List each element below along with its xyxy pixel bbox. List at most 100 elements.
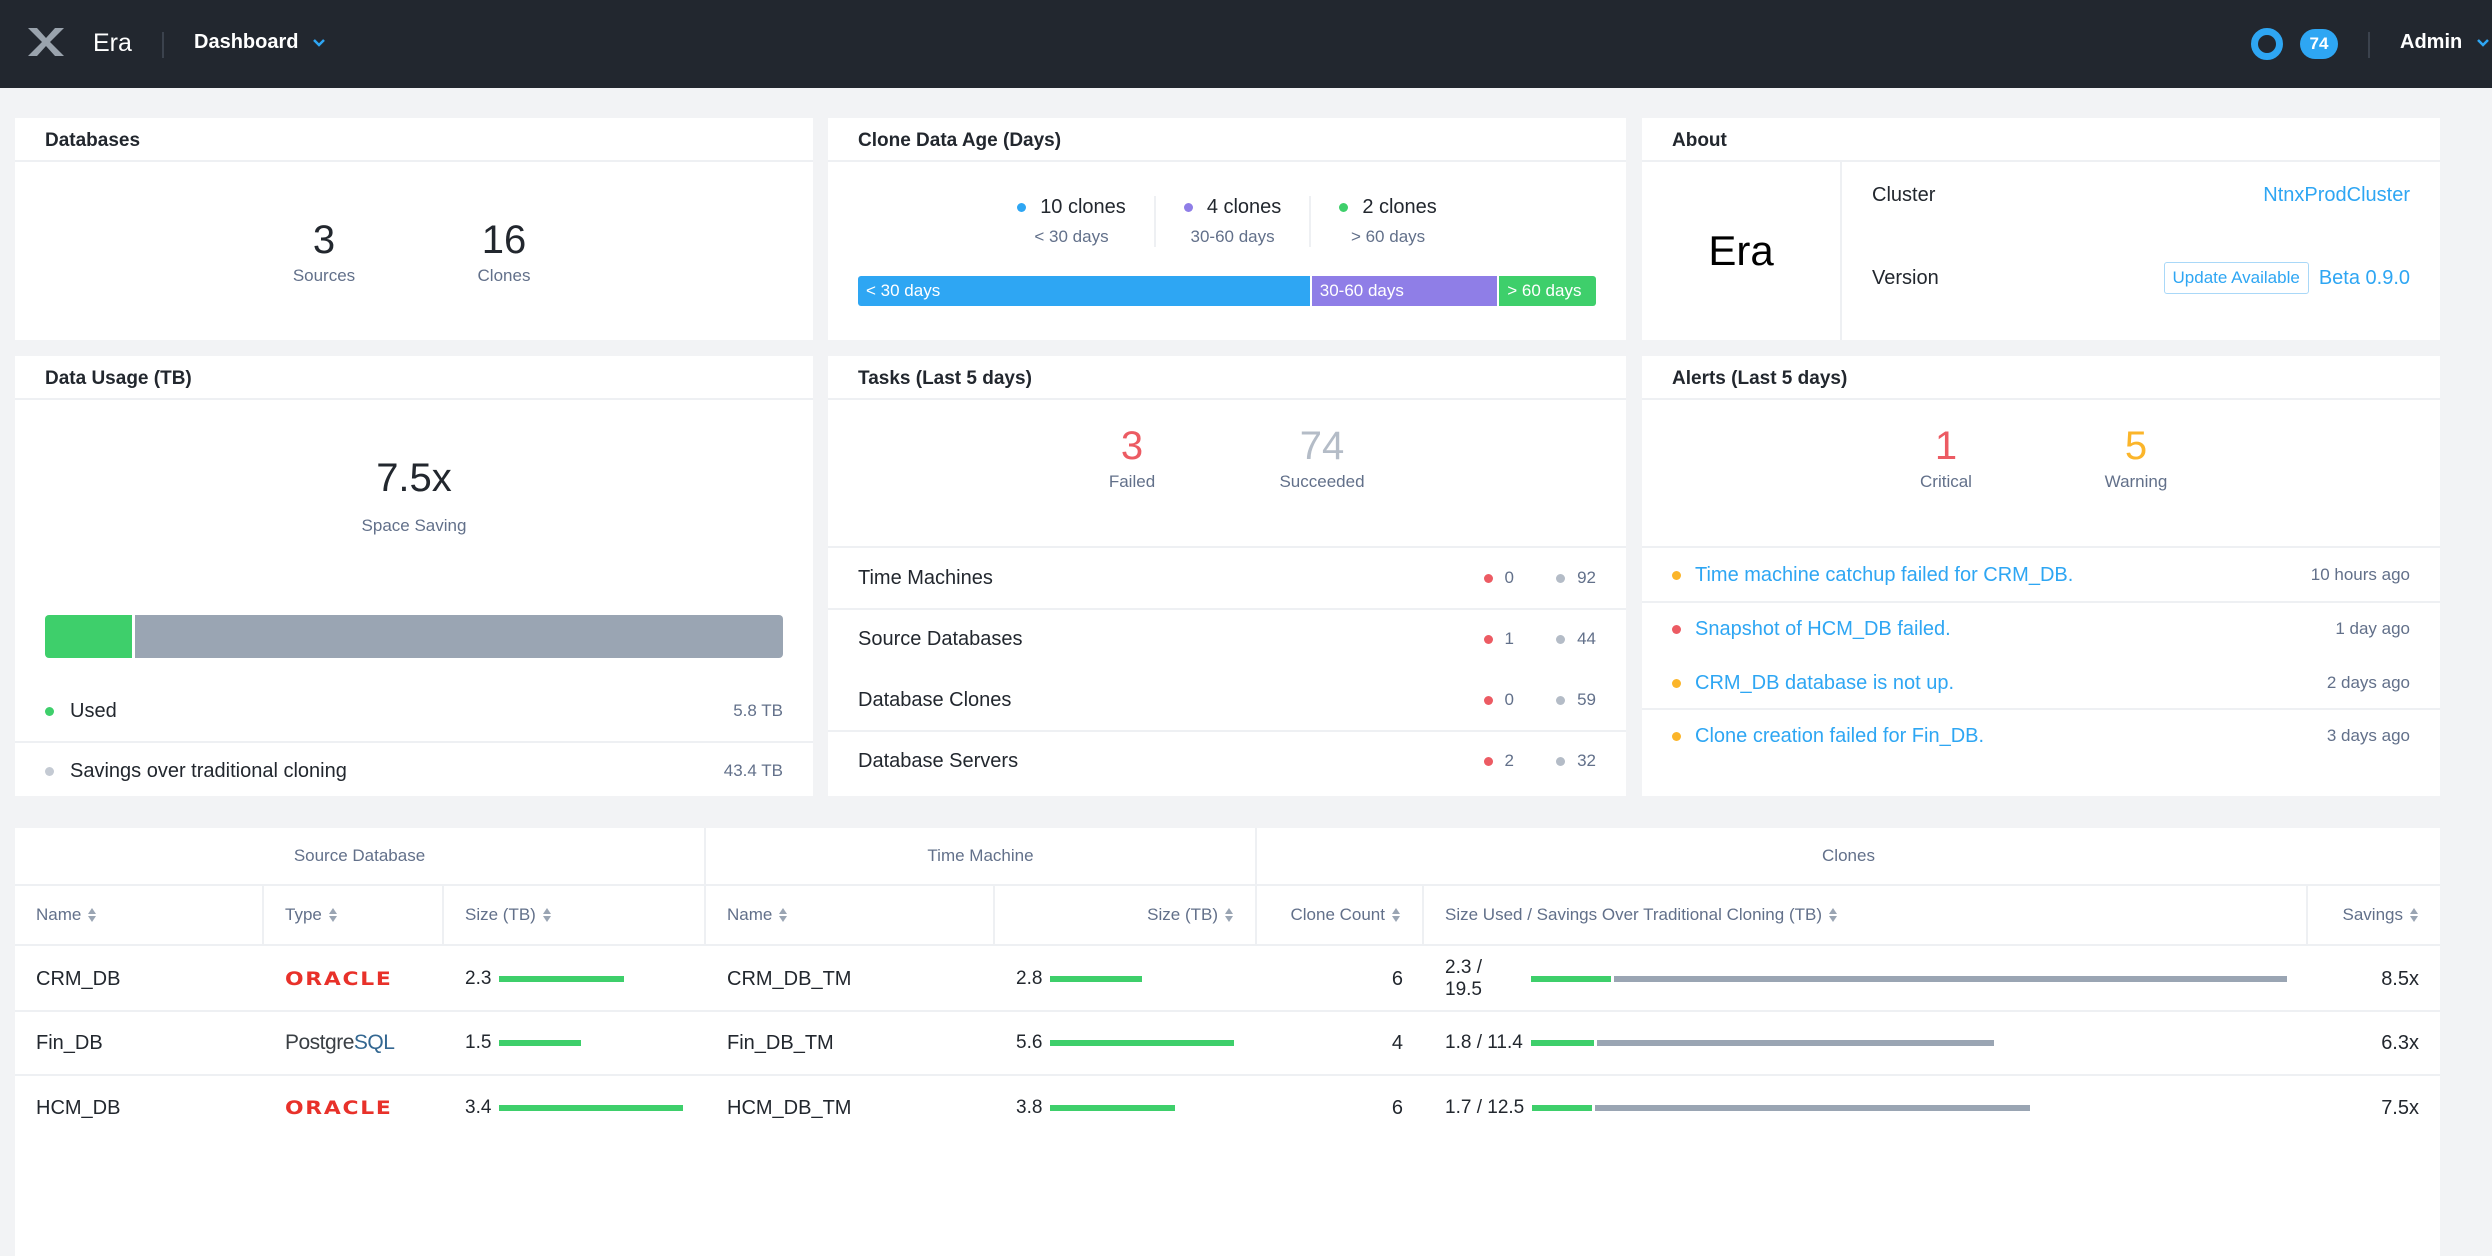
alert-item[interactable]: Clone creation failed for Fin_DB. 3 days… xyxy=(1672,709,2410,763)
time-machine-name[interactable]: HCM_DB_TM xyxy=(727,1097,851,1120)
age-count-label: 10 clones xyxy=(1040,196,1126,218)
gray-dot-icon xyxy=(1556,573,1566,583)
column-header-name[interactable]: Name xyxy=(15,886,264,946)
tm-size-value: 2.8 xyxy=(1016,968,1043,989)
version-value[interactable]: Beta 0.9.0 xyxy=(2319,267,2410,290)
source-size-bar xyxy=(499,1105,684,1111)
clones-stat[interactable]: 16 Clones xyxy=(454,220,554,286)
age-segment-30-60[interactable]: 30-60 days xyxy=(1311,276,1498,306)
used-label: Used xyxy=(70,699,117,722)
user-label: Admin xyxy=(2400,31,2463,53)
table-row[interactable]: CRM_DB ORACLE 2.3 CRM_DB_TM 2.8 6 2.3 / … xyxy=(15,948,2440,1012)
cell-savings: 8.5x xyxy=(2308,948,2440,1010)
critical-label: Critical xyxy=(1920,472,1972,491)
cell-type: ORACLE xyxy=(264,1076,444,1140)
sort-icon xyxy=(779,908,788,922)
alert-link[interactable]: Clone creation failed for Fin_DB. xyxy=(1695,725,1984,748)
time-machine-name[interactable]: CRM_DB_TM xyxy=(727,968,851,991)
column-header-size-used-savings[interactable]: Size Used / Savings Over Traditional Clo… xyxy=(1424,886,2308,946)
savings-ratio-value: 8.5x xyxy=(2381,967,2419,990)
sort-icon xyxy=(542,908,551,922)
user-menu-dropdown[interactable]: Admin xyxy=(2400,31,2490,54)
update-available-button[interactable]: Update Available xyxy=(2163,262,2309,294)
alert-item[interactable]: Time machine catchup failed for CRM_DB. … xyxy=(1672,548,2410,602)
task-failed-count: 2 xyxy=(1504,751,1514,770)
sort-icon xyxy=(2410,908,2418,922)
alert-time: 10 hours ago xyxy=(2310,565,2410,584)
age-range-label: 30-60 days xyxy=(1190,227,1275,246)
used-segment[interactable] xyxy=(45,615,132,658)
savings-row: Savings over traditional cloning 43.4 TB xyxy=(45,742,783,800)
used-row: Used 5.8 TB xyxy=(45,682,783,740)
task-row[interactable]: Database Servers 2 32 xyxy=(858,731,1596,791)
sources-stat[interactable]: 3 Sources xyxy=(274,220,374,286)
cell-size: 1.5 xyxy=(444,1012,706,1074)
version-label: Version xyxy=(1872,266,1939,289)
sort-icon xyxy=(1829,908,1837,922)
age-segment-over-60[interactable]: > 60 days xyxy=(1499,276,1596,306)
task-row[interactable]: Source Databases 1 44 xyxy=(858,609,1596,669)
cell-size: 3.4 xyxy=(444,1076,706,1140)
age-range-label: > 60 days xyxy=(1350,227,1426,246)
table-row[interactable]: Fin_DB PostgreSQL 1.5 Fin_DB_TM 5.6 4 1.… xyxy=(15,1012,2440,1076)
column-header-label: Name xyxy=(727,905,773,924)
alert-link[interactable]: CRM_DB database is not up. xyxy=(1695,672,1954,695)
cell-tm-size: 2.8 xyxy=(995,948,1257,1010)
task-row-label: Time Machines xyxy=(858,566,993,589)
warning-dot-icon xyxy=(1672,570,1681,580)
task-status-ring-icon[interactable] xyxy=(2251,28,2283,60)
task-row-label: Source Databases xyxy=(858,627,1023,650)
source-db-name[interactable]: Fin_DB xyxy=(36,1032,103,1055)
used-value: 5.8 TB xyxy=(733,701,783,720)
savings-ratio-value: 7.5x xyxy=(2381,1096,2419,1119)
task-row[interactable]: Time Machines 0 92 xyxy=(858,548,1596,608)
column-header-tm-name[interactable]: Name xyxy=(706,886,995,946)
time-machine-name[interactable]: Fin_DB_TM xyxy=(727,1032,834,1055)
tm-size-value: 3.8 xyxy=(1016,1097,1043,1118)
cell-savings: 7.5x xyxy=(2308,1076,2440,1140)
task-row[interactable]: Database Clones 0 59 xyxy=(858,670,1596,730)
alert-item[interactable]: Snapshot of HCM_DB failed. 1 day ago xyxy=(1672,602,2410,656)
savings-segment[interactable] xyxy=(134,615,783,658)
column-header-tm-size[interactable]: Size (TB) xyxy=(995,886,1257,946)
tm-size-bar xyxy=(1050,976,1143,982)
cell-tm-size: 5.6 xyxy=(995,1012,1257,1074)
cell-savings: 6.3x xyxy=(2308,1012,2440,1074)
product-name: Era xyxy=(1642,162,1842,340)
source-db-name[interactable]: CRM_DB xyxy=(36,968,120,991)
column-header-savings[interactable]: Savings xyxy=(2308,886,2440,946)
critical-alerts-stat[interactable]: 1 Critical xyxy=(1891,426,2001,492)
sort-icon xyxy=(1225,908,1233,922)
succeeded-tasks-stat[interactable]: 74 Succeeded xyxy=(1267,426,1377,492)
task-succeeded-count: 59 xyxy=(1577,690,1596,709)
clones-label: Clones xyxy=(477,266,531,285)
source-size-value: 2.3 xyxy=(465,968,492,989)
cluster-link[interactable]: NtnxProdCluster xyxy=(2263,184,2410,207)
data-usage-title: Data Usage (TB) xyxy=(15,356,813,400)
used-bar xyxy=(1531,976,1611,982)
dashboard-nav-dropdown[interactable]: Dashboard xyxy=(194,31,326,54)
age-segment-under-30[interactable]: < 30 days xyxy=(858,276,1310,306)
alert-link[interactable]: Time machine catchup failed for CRM_DB. xyxy=(1695,564,2073,587)
gray-dot-icon xyxy=(45,766,54,776)
warning-alerts-stat[interactable]: 5 Warning xyxy=(2081,426,2191,492)
green-dot-icon xyxy=(1339,203,1349,212)
notification-count-badge[interactable]: 74 xyxy=(2300,29,2338,59)
clone-data-age-card: Clone Data Age (Days) 10 clones < 30 day… xyxy=(828,118,1626,340)
sources-count: 3 xyxy=(312,218,336,262)
clones-count: 16 xyxy=(481,218,527,262)
column-header-size[interactable]: Size (TB) xyxy=(444,886,706,946)
savings-value: 43.4 TB xyxy=(723,761,783,780)
clone-age-title: Clone Data Age (Days) xyxy=(828,118,1626,162)
task-succeeded-count: 32 xyxy=(1577,751,1596,770)
nutanix-logo-icon[interactable] xyxy=(28,28,64,56)
alert-link[interactable]: Snapshot of HCM_DB failed. xyxy=(1695,618,1951,641)
column-header-type[interactable]: Type xyxy=(264,886,444,946)
column-header-clone-count[interactable]: Clone Count xyxy=(1257,886,1424,946)
failed-tasks-stat[interactable]: 3 Failed xyxy=(1077,426,1187,492)
alert-item[interactable]: CRM_DB database is not up. 2 days ago xyxy=(1672,656,2410,710)
alert-time: 1 day ago xyxy=(2335,619,2410,638)
table-row[interactable]: HCM_DB ORACLE 3.4 HCM_DB_TM 3.8 6 1.7 / … xyxy=(15,1076,2440,1140)
source-db-name[interactable]: HCM_DB xyxy=(36,1097,120,1120)
tm-size-bar xyxy=(1050,1105,1176,1111)
